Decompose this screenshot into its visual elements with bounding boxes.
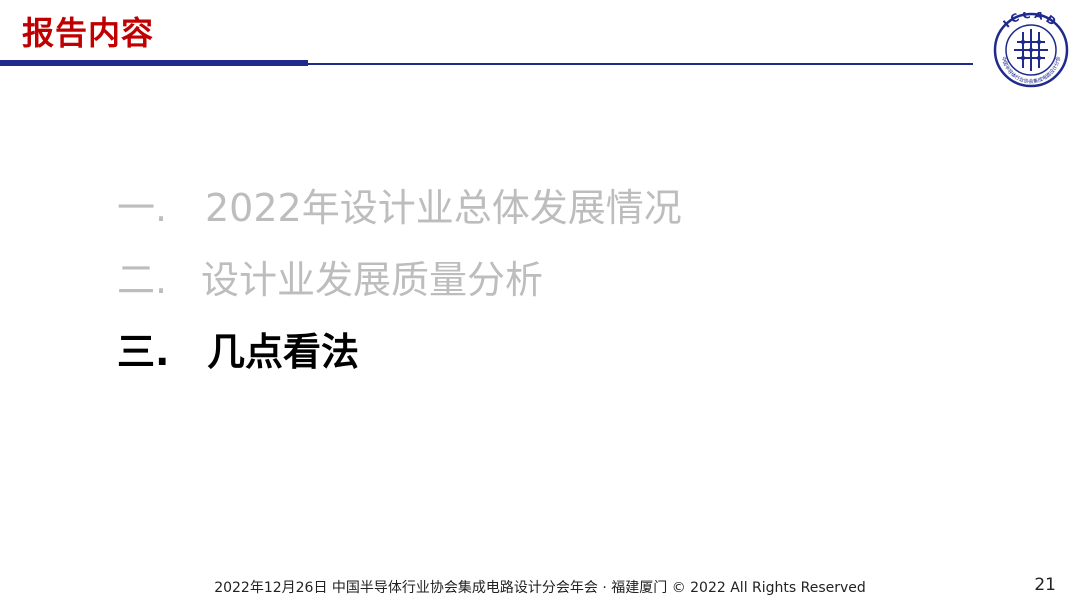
agenda-item-label: 设计业发展质量分析 xyxy=(201,258,544,302)
agenda-item-2: 二. 设计业发展质量分析 xyxy=(117,244,682,316)
agenda-item-1: 一. 2022年设计业总体发展情况 xyxy=(117,172,682,244)
header-rule-thin xyxy=(308,63,973,65)
footer-text: 2022年12月26日 中国半导体行业协会集成电路设计分会年会 · 福建厦门 ©… xyxy=(214,580,866,596)
agenda-item-number: 三. xyxy=(117,330,170,374)
agenda-item-3: 三. 几点看法 xyxy=(117,316,682,388)
header-rule-thick xyxy=(0,60,308,66)
page-title: 报告内容 xyxy=(22,14,155,52)
agenda-list: 一. 2022年设计业总体发展情况 二. 设计业发展质量分析 三. 几点看法 xyxy=(117,172,682,388)
iccad-logo: ICCAD 中国半导体行业协会集成电路设计分会 xyxy=(993,12,1069,88)
agenda-item-number: 一. xyxy=(117,186,168,230)
agenda-item-number: 二. xyxy=(117,258,168,302)
agenda-item-label: 几点看法 xyxy=(207,330,360,374)
agenda-item-label: 2022年设计业总体发展情况 xyxy=(205,186,682,230)
page-number: 21 xyxy=(1034,575,1056,595)
